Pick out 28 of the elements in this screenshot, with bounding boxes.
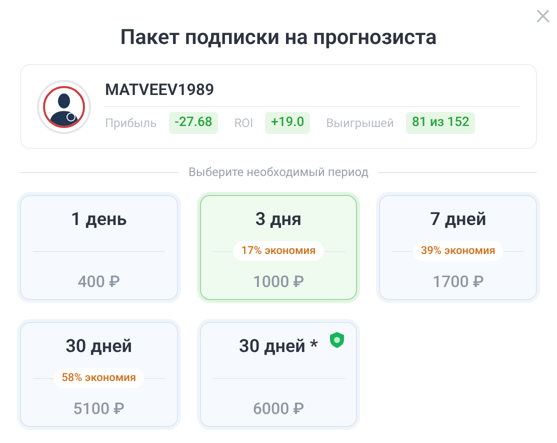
plan-price: 1000 ₽	[252, 271, 304, 293]
stat-value: -27.68	[168, 112, 218, 134]
plan-period: 1 день	[70, 208, 127, 232]
stat-label: Прибыль	[105, 115, 157, 132]
plan-period: 3 дня	[255, 208, 302, 232]
plan-card[interactable]: 3 дня 17% экономия 1000 ₽	[200, 195, 358, 300]
savings-label: 58% экономия	[54, 368, 144, 388]
stat-label: Выигрышей	[326, 115, 394, 132]
plan-price: 1700 ₽	[432, 271, 484, 293]
savings-label: 17% экономия	[233, 241, 324, 261]
plan-card[interactable]: 7 дней 39% экономия 1700 ₽	[379, 195, 537, 300]
plan-card[interactable]: 1 день 400 ₽	[20, 195, 178, 300]
plan-price: 5100 ₽	[73, 398, 124, 420]
plan-card[interactable]: 30 дней 58% экономия 5100 ₽	[20, 322, 178, 427]
plan-price: 6000 ₽	[252, 398, 304, 420]
period-prompt: Выберите необходимый период	[188, 164, 368, 181]
plan-price: 400 ₽	[78, 271, 120, 293]
plan-period: 30 дней	[66, 335, 132, 359]
plan-period: 30 дней *	[239, 335, 318, 359]
savings-label: 39% экономия	[412, 241, 504, 261]
dialog-title: Пакет подписки на прогнозиста	[120, 25, 437, 52]
stat-value: 81 из 152	[406, 112, 476, 134]
plan-card[interactable]: 30 дней * 6000 ₽	[200, 322, 358, 427]
stat-value: +19.0	[265, 112, 310, 134]
stat-label: ROI	[234, 115, 254, 132]
plan-period: 7 дней	[430, 208, 486, 232]
username: MATVEEV1989	[105, 79, 520, 108]
avatar-icon	[37, 80, 91, 134]
